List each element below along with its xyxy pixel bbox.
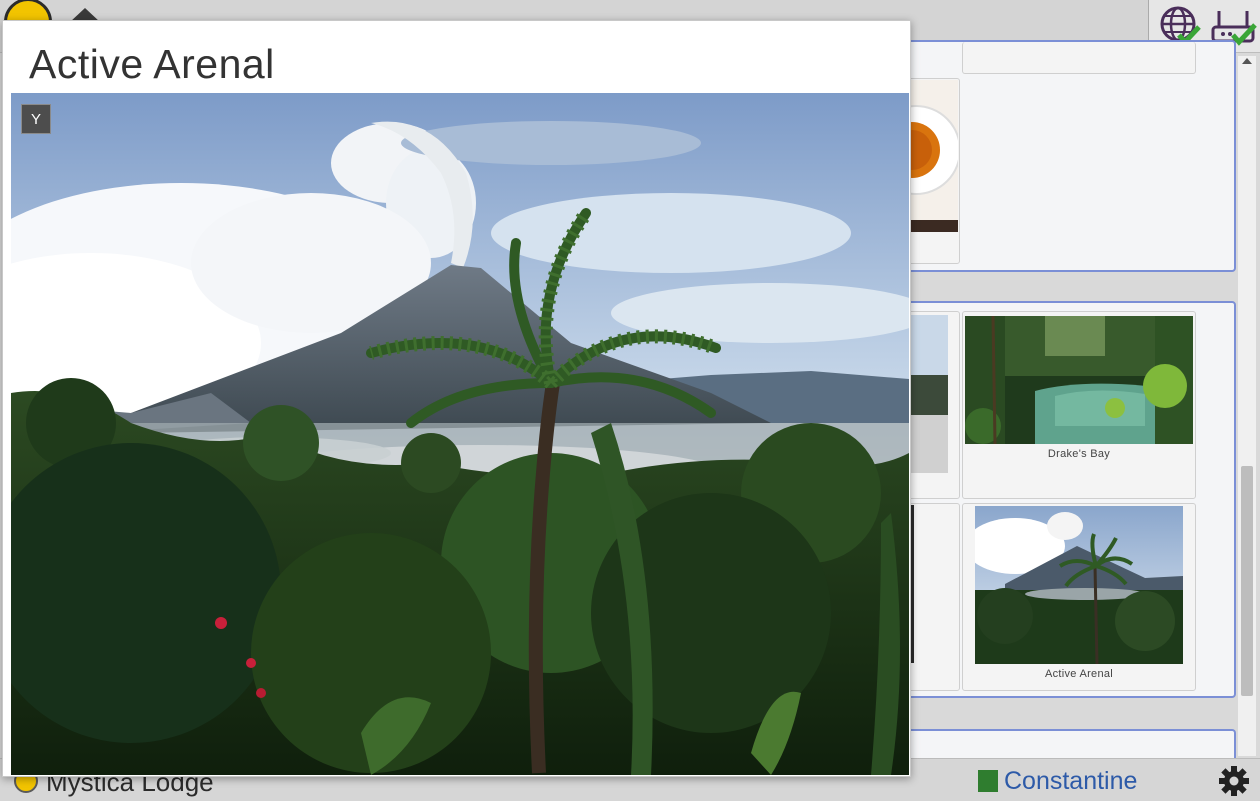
gallery-card[interactable] (962, 42, 1196, 74)
food-photo (910, 80, 958, 232)
gallery-panel-middle: Drake's Bay Active Arenal (880, 301, 1236, 698)
gallery-caption: Drake's Bay (1047, 448, 1111, 460)
modal-close-button[interactable]: Y (21, 104, 51, 134)
active-arenal-thumb[interactable] (975, 506, 1183, 664)
drakes-bay-thumb[interactable] (965, 316, 1193, 444)
modal-title: Active Arenal (29, 41, 275, 87)
gear-icon[interactable] (1218, 765, 1250, 797)
image-modal: Active Arenal Y (2, 20, 911, 777)
user-name: Constantine (1004, 767, 1138, 795)
user-menu[interactable]: Constantine (978, 767, 1137, 796)
gallery-panel-top (880, 40, 1236, 272)
scroll-up-arrow-icon[interactable] (1242, 58, 1252, 64)
gallery-thumb[interactable] (910, 315, 948, 473)
scrollbar-thumb[interactable] (1241, 466, 1253, 696)
user-icon (978, 770, 998, 792)
gallery-caption: Active Arenal (1044, 668, 1114, 680)
scrollbar[interactable] (1238, 56, 1256, 756)
gallery-card-drakes-bay[interactable]: Drake's Bay (962, 311, 1196, 499)
volcano-photo (11, 93, 909, 775)
gallery-card-active-arenal[interactable]: Active Arenal (962, 503, 1196, 691)
